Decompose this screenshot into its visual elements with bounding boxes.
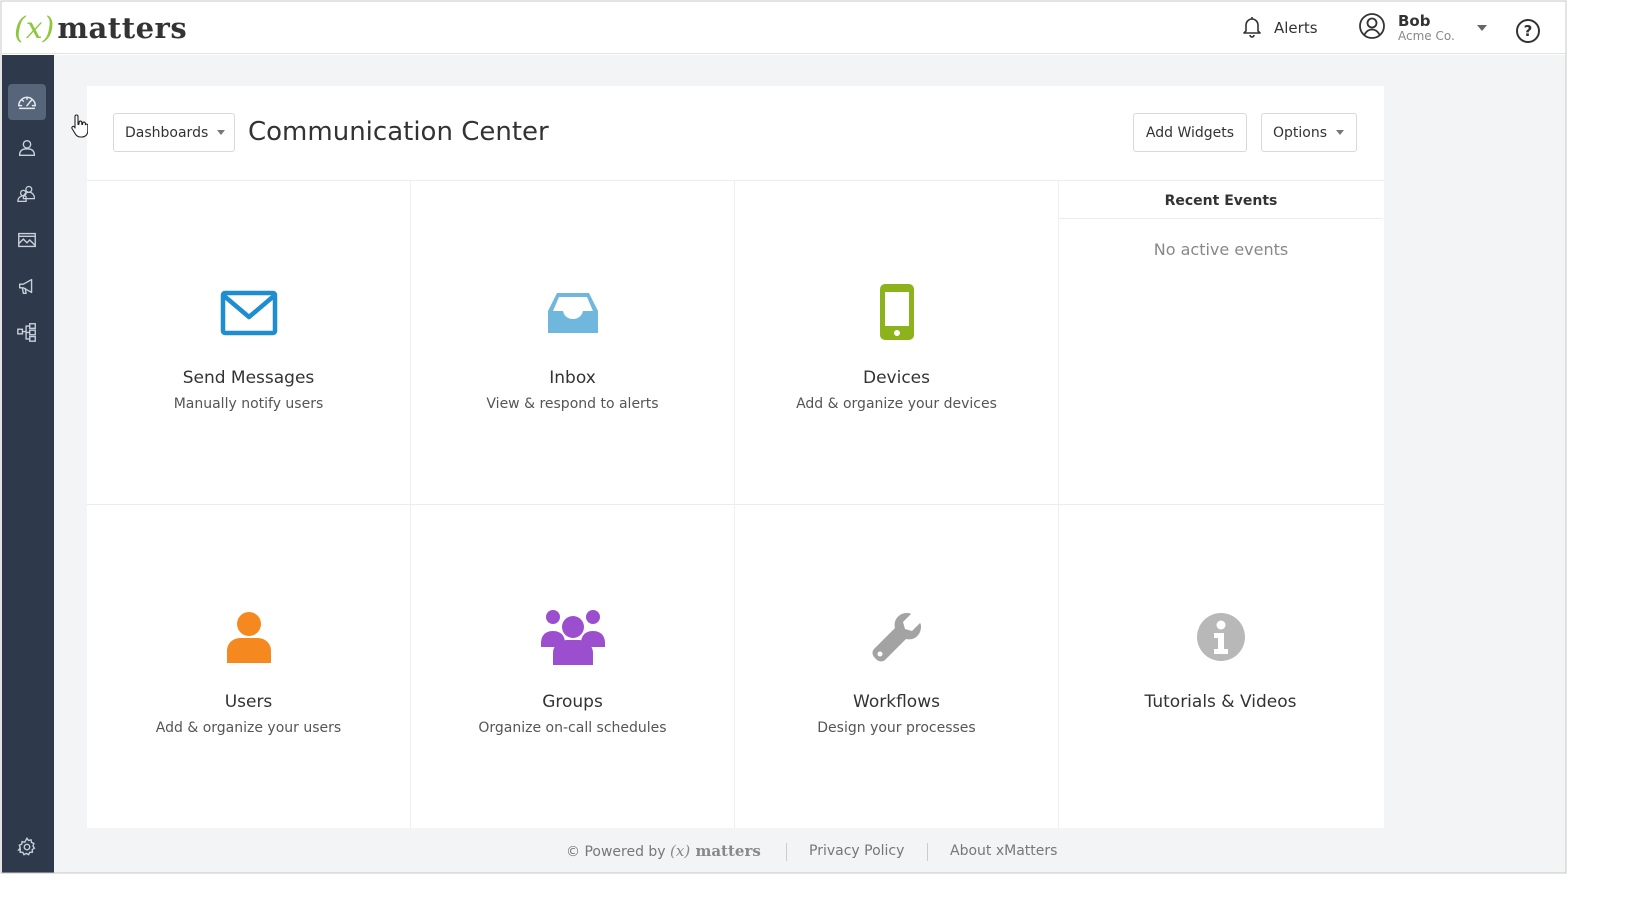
question-mark-icon: ? (1523, 22, 1533, 40)
widget-inbox[interactable]: Inbox View & respond to alerts (411, 181, 734, 504)
envelope-icon (87, 289, 410, 337)
widget-title: Tutorials & Videos (1144, 692, 1297, 712)
privacy-policy-link[interactable]: Privacy Policy (809, 829, 904, 873)
footer-logo: (x) matters (670, 842, 761, 860)
widget-subtitle: Design your processes (817, 720, 976, 736)
widget-title: Users (224, 692, 273, 712)
chevron-down-icon (217, 130, 226, 135)
footer-logo-paren: (x) (670, 842, 691, 860)
alerts-button[interactable]: Alerts (1240, 10, 1318, 46)
options-label: Options (1273, 124, 1328, 141)
hand-cursor-icon (71, 114, 88, 138)
footer: © Powered by (x) matters Privacy Policy … (54, 829, 1566, 873)
sidebar-item-workflows[interactable] (8, 314, 46, 350)
bell-icon (1240, 14, 1264, 42)
widget-subtitle: Add & organize your devices (796, 396, 997, 412)
widget-title: Devices (863, 368, 930, 388)
dashboard-gauge-icon (18, 96, 36, 110)
sidebar-item-messages[interactable] (8, 268, 46, 304)
widget-groups[interactable]: Groups Organize on-call schedules (411, 505, 734, 828)
chevron-down-icon (1336, 130, 1345, 135)
sidebar (2, 55, 54, 873)
widget-title: Send Messages (182, 368, 315, 388)
user-menu[interactable]: Bob Acme Co. (1358, 10, 1487, 46)
gear-icon (17, 836, 36, 856)
add-widgets-button[interactable]: Add Widgets (1133, 113, 1247, 152)
dashboards-dropdown[interactable]: Dashboards (113, 113, 235, 152)
recent-events-heading: Recent Events (1059, 181, 1383, 219)
user-name: Bob (1398, 11, 1431, 30)
megaphone-icon (18, 278, 33, 295)
sidebar-settings[interactable] (8, 829, 46, 865)
widget-title: Workflows (853, 692, 940, 712)
user-icon (18, 139, 36, 157)
widget-subtitle: Organize on-call schedules (478, 720, 667, 736)
widget-title: Groups (542, 692, 603, 712)
reports-image-icon (18, 232, 36, 248)
widget-subtitle: View & respond to alerts (486, 396, 659, 412)
sidebar-item-reports[interactable] (8, 222, 46, 258)
wrench-icon (735, 611, 1058, 663)
top-bar: (x) matters Alerts Bob Acme Co. ? (2, 2, 1566, 54)
info-circle-icon (1059, 612, 1382, 662)
alerts-label: Alerts (1274, 19, 1318, 37)
recent-events-empty: No active events (1153, 240, 1289, 259)
xmatters-logo[interactable]: (x) matters (14, 6, 187, 50)
help-button[interactable]: ? (1516, 19, 1540, 43)
sidebar-item-dashboard[interactable] (8, 84, 46, 120)
single-user-icon (87, 611, 410, 663)
group-people-icon (411, 607, 734, 665)
options-dropdown[interactable]: Options (1261, 113, 1357, 152)
user-org: Acme Co. (1398, 28, 1455, 43)
widget-devices[interactable]: Devices Add & organize your devices (735, 181, 1058, 504)
footer-separator (786, 843, 787, 861)
widget-subtitle: Manually notify users (173, 396, 324, 412)
groups-icon (17, 185, 35, 202)
logo-paren: (x) (14, 10, 55, 46)
workflow-hierarchy-icon (17, 323, 36, 342)
page-title: Communication Center (248, 117, 549, 147)
widget-users[interactable]: Users Add & organize your users (87, 505, 410, 828)
inbox-tray-icon (411, 291, 734, 335)
footer-separator (927, 843, 928, 861)
widget-tutorials-videos[interactable]: Tutorials & Videos (1059, 505, 1382, 828)
logo-word: matters (57, 11, 188, 45)
footer-powered-by: © Powered by (x) matters (566, 829, 761, 873)
user-avatar-icon (1358, 12, 1386, 44)
powered-by-text: © Powered by (566, 844, 666, 860)
mobile-phone-icon (735, 283, 1058, 341)
sidebar-item-groups[interactable] (8, 176, 46, 212)
dashboards-label: Dashboards (125, 124, 209, 141)
widget-workflows[interactable]: Workflows Design your processes (735, 505, 1058, 828)
widget-send-messages[interactable]: Send Messages Manually notify users (87, 181, 410, 504)
about-xmatters-link[interactable]: About xMatters (950, 829, 1057, 873)
sidebar-item-users[interactable] (8, 130, 46, 166)
chevron-down-icon (1476, 25, 1487, 31)
widget-subtitle: Add & organize your users (155, 720, 342, 736)
widget-title: Inbox (549, 368, 596, 388)
footer-logo-word: matters (695, 842, 761, 860)
